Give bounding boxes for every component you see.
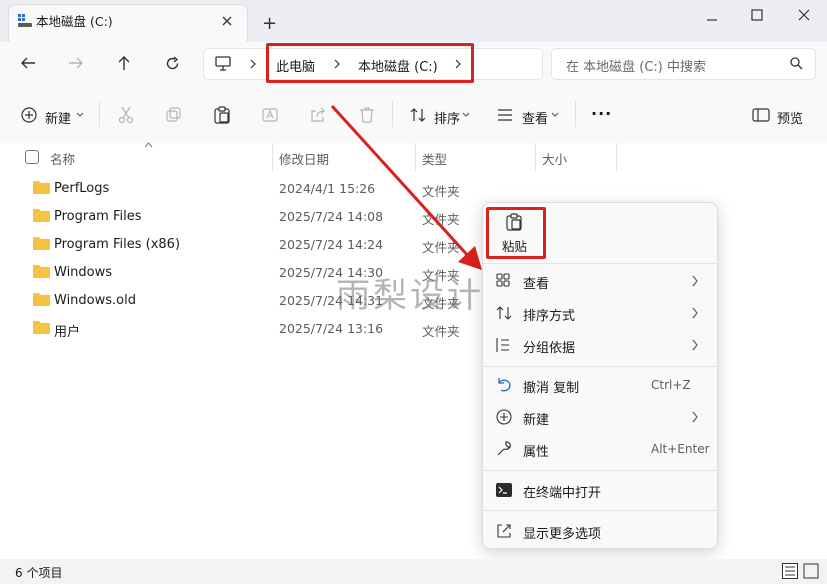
menu-item-label: 排序方式 [523, 309, 576, 324]
folder-icon [33, 209, 50, 222]
file-name[interactable]: 用户 [54, 321, 80, 340]
view-lines-icon[interactable] [497, 109, 513, 121]
menu-item-label: 撤消 复制 [523, 381, 580, 396]
folder-icon [33, 293, 50, 306]
search-input[interactable]: 在 本地磁盘 (C:) 中搜索 [566, 56, 706, 75]
forward-arrow-icon[interactable] [68, 56, 84, 70]
menu-item-label: 查看 [523, 277, 550, 292]
breadcrumb-this-pc[interactable]: 此电脑 [276, 56, 315, 75]
menu-divider [483, 510, 717, 511]
shortcut-text: Alt+Enter [651, 442, 710, 456]
paste-icon[interactable] [214, 106, 230, 124]
status-bar [0, 559, 827, 584]
chevron-right-icon[interactable] [334, 59, 341, 69]
chevron-right-icon [692, 275, 698, 287]
column-divider[interactable] [272, 143, 273, 171]
new-plus-icon[interactable] [21, 107, 37, 123]
folder-icon [33, 237, 50, 250]
undo-icon [498, 378, 511, 392]
file-name[interactable]: Windows.old [54, 293, 136, 308]
chevron-down-icon[interactable] [76, 112, 84, 118]
divider [99, 101, 100, 127]
select-all-checkbox[interactable] [25, 150, 39, 164]
chevron-right-icon [692, 339, 698, 351]
search-icon[interactable] [790, 57, 803, 70]
preview-button[interactable]: 预览 [777, 108, 803, 127]
group-icon [496, 338, 509, 352]
back-arrow-icon[interactable] [20, 56, 36, 70]
file-name[interactable]: Program Files [54, 209, 142, 224]
up-arrow-icon[interactable] [117, 55, 131, 71]
cut-icon[interactable] [118, 106, 134, 124]
details-view-icon[interactable] [782, 563, 798, 579]
rename-icon[interactable] [262, 107, 280, 123]
chevron-down-icon[interactable] [551, 112, 559, 118]
minimize-icon[interactable] [706, 14, 718, 26]
terminal-icon [496, 483, 512, 497]
divider [575, 101, 576, 127]
menu-divider [483, 470, 717, 471]
chevron-right-icon[interactable] [455, 59, 462, 69]
file-name[interactable]: PerfLogs [54, 181, 109, 196]
column-header-size[interactable]: 大小 [542, 149, 567, 168]
menu-item-label: 显示更多选项 [523, 527, 602, 542]
file-name[interactable]: Windows [54, 265, 112, 280]
file-date: 2025/7/24 13:16 [279, 321, 384, 336]
plus-circle-icon [496, 409, 512, 425]
paste-button[interactable]: 粘贴 [502, 236, 527, 255]
menu-divider [483, 263, 717, 264]
menu-divider [483, 366, 717, 367]
copy-icon[interactable] [166, 107, 182, 123]
preview-pane-icon[interactable] [752, 108, 770, 122]
column-divider[interactable] [616, 143, 617, 171]
computer-icon [215, 56, 231, 71]
close-window-icon[interactable] [798, 9, 810, 21]
new-tab-button[interactable]: + [262, 13, 277, 34]
menu-item-label: 分组依据 [523, 341, 576, 356]
folder-icon [33, 265, 50, 278]
tiles-view-icon[interactable] [803, 563, 819, 579]
folder-icon [33, 181, 50, 194]
refresh-icon[interactable] [165, 56, 180, 71]
maximize-icon[interactable] [751, 9, 763, 21]
chevron-right-icon [692, 411, 698, 423]
more-options-button[interactable]: ··· [591, 104, 612, 123]
menu-item-label: 在终端中打开 [523, 486, 602, 501]
wrench-icon [497, 441, 511, 456]
item-count: 6 个项目 [15, 566, 63, 580]
folder-icon [33, 321, 50, 334]
annotation-arrow [330, 104, 482, 270]
tab-title: 本地磁盘 (C:) [36, 14, 113, 29]
file-name[interactable]: Program Files (x86) [54, 237, 180, 252]
paste-icon[interactable] [506, 213, 522, 231]
new-button[interactable]: 新建 [45, 108, 71, 127]
column-header-name[interactable]: 名称 [50, 149, 75, 168]
grid-icon [496, 273, 510, 287]
file-type: 文件夹 [422, 324, 460, 339]
chevron-right-icon[interactable] [250, 59, 257, 69]
chevron-right-icon [692, 307, 698, 319]
sort-icon [496, 306, 512, 320]
drive-icon [18, 14, 32, 27]
close-tab-icon[interactable] [222, 16, 232, 26]
column-divider[interactable] [535, 143, 536, 171]
breadcrumb-local-disk[interactable]: 本地磁盘 (C:) [358, 56, 438, 75]
share-icon [497, 524, 511, 538]
sort-up-icon [144, 142, 153, 148]
view-button[interactable]: 查看 [522, 108, 548, 127]
menu-item-label: 新建 [523, 413, 550, 428]
shortcut-text: Ctrl+Z [651, 378, 691, 392]
menu-item-label: 属性 [523, 445, 550, 460]
